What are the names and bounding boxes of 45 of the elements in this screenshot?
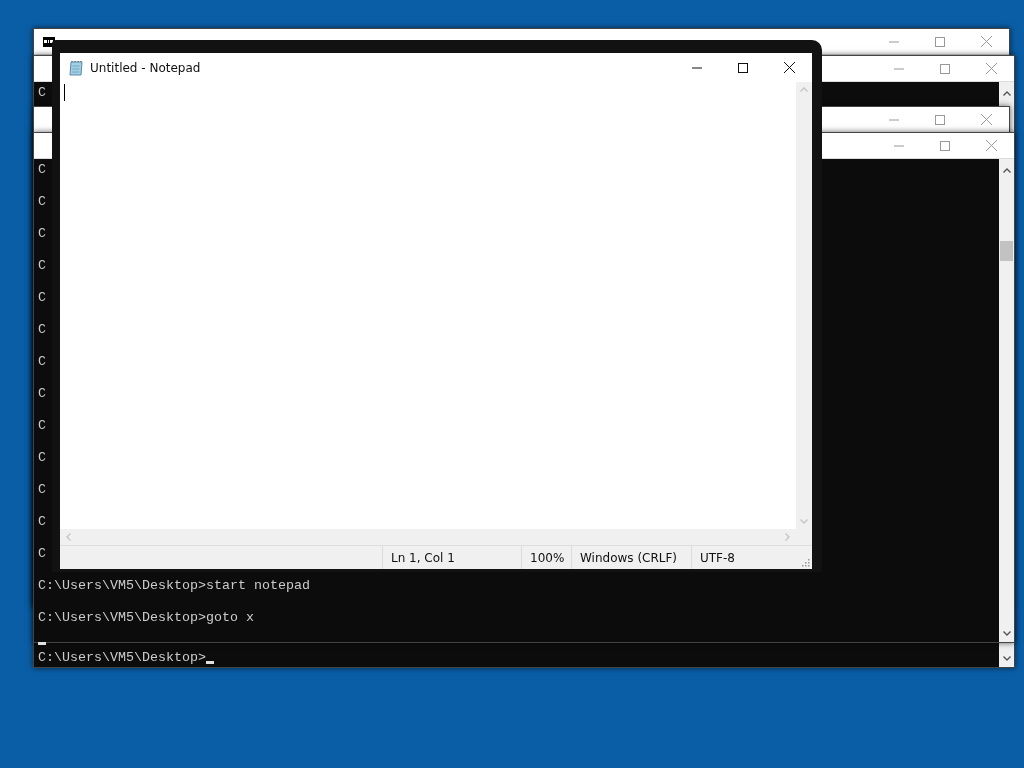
resize-grip-icon[interactable] (802, 559, 810, 567)
maximize-icon (935, 114, 945, 125)
status-text: UTF-8 (700, 550, 735, 565)
console-line: C (38, 354, 46, 370)
console-line: C (38, 482, 46, 498)
close-icon (783, 62, 795, 73)
command-prompt: C:\Users\VM5\Desktop> (38, 650, 206, 666)
status-text: Ln 1, Col 1 (391, 550, 455, 565)
minimize-icon (894, 144, 904, 147)
console-line: C (38, 226, 46, 242)
close-icon (980, 114, 992, 125)
status-text: 100% (530, 550, 565, 565)
console-line: C (38, 386, 46, 402)
close-icon (980, 36, 992, 47)
minimize-icon (692, 66, 702, 69)
scroll-thumb[interactable] (1000, 241, 1013, 261)
text-cursor (64, 84, 65, 101)
console-line: C (38, 85, 46, 101)
console-line: C (38, 514, 46, 530)
console-line: C (38, 162, 46, 178)
notepad-icon (68, 59, 84, 76)
maximize-icon (940, 140, 950, 151)
console-line: C (38, 194, 46, 210)
console-line: C:\Users\VM5\Desktop>start notepad (38, 578, 310, 594)
console-line: C:\Users\VM5\Desktop>goto x (38, 610, 254, 626)
console-line: C (38, 258, 46, 274)
console-line: C (38, 546, 46, 562)
minimize-icon (889, 118, 899, 121)
console-line: C (38, 290, 46, 306)
maximize-icon (738, 62, 748, 73)
console-line: C (38, 418, 46, 434)
close-icon (985, 140, 997, 151)
scroll-up-icon[interactable] (1002, 168, 1011, 173)
close-icon (985, 63, 997, 74)
console-line: C (38, 450, 46, 466)
maximize-icon (940, 63, 950, 74)
scroll-up-icon[interactable] (1002, 91, 1011, 96)
window-title: Untitled - Notepad (90, 60, 201, 75)
maximize-icon (935, 36, 945, 47)
console-line: C (38, 322, 46, 338)
minimize-icon (894, 67, 904, 70)
minimize-icon (889, 40, 899, 43)
scroll-down-icon[interactable] (1002, 631, 1011, 636)
status-text: Windows (CRLF) (580, 550, 678, 565)
scroll-down-icon[interactable] (1002, 656, 1011, 661)
